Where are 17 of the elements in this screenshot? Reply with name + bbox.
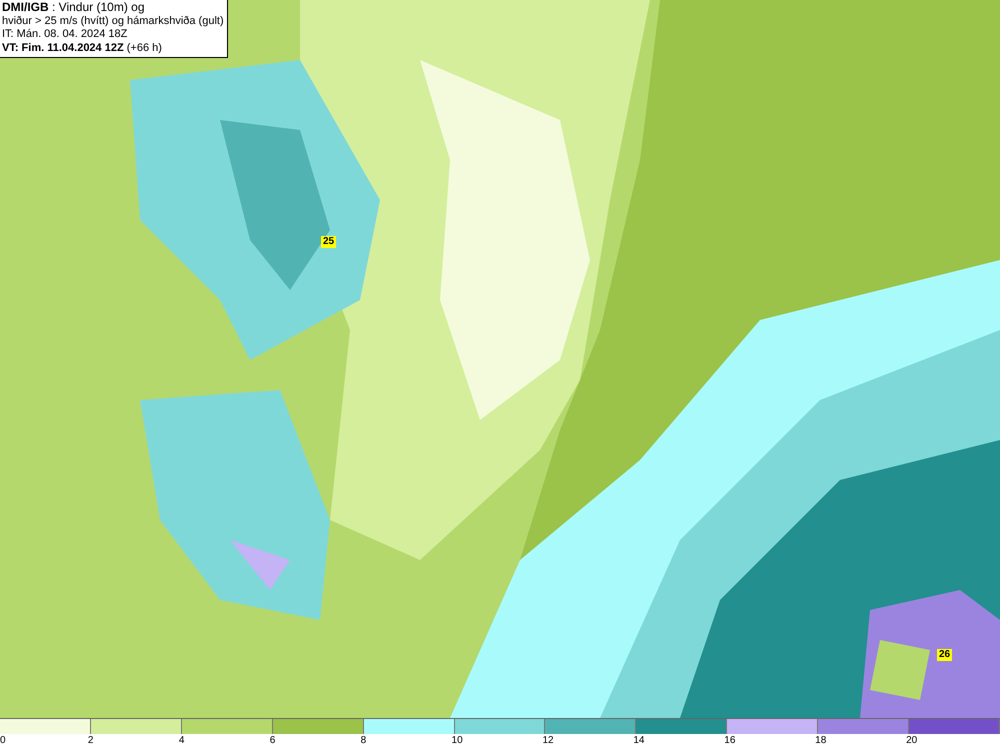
- gust-marker: 25: [321, 236, 336, 248]
- scale-label: 10: [452, 734, 463, 747]
- scale-label: 8: [360, 734, 366, 747]
- scale-label: 6: [270, 734, 276, 747]
- scale-label: 18: [815, 734, 826, 747]
- scale-label: 20: [906, 734, 918, 747]
- header-text: hviður > 25 m/s (hvítt) og hámarkshviða (gult): [2, 14, 224, 28]
- scale-label: 14: [633, 734, 644, 747]
- header-text: VT: Fim. 11.04.2024 12Z (+66 h): [2, 42, 163, 55]
- scale-label: 0: [0, 734, 6, 747]
- scale-label: 16: [724, 734, 736, 747]
- gust-marker: 26: [937, 649, 952, 661]
- scale-label: 12: [542, 734, 554, 747]
- scale-label: 4: [178, 734, 184, 747]
- header-text: IT: Mán. 08. 04. 2024 18Z: [2, 28, 128, 42]
- scale-label: 2: [88, 734, 94, 747]
- header-text: DMI/IGB : Vindur (10m) og: [2, 1, 146, 14]
